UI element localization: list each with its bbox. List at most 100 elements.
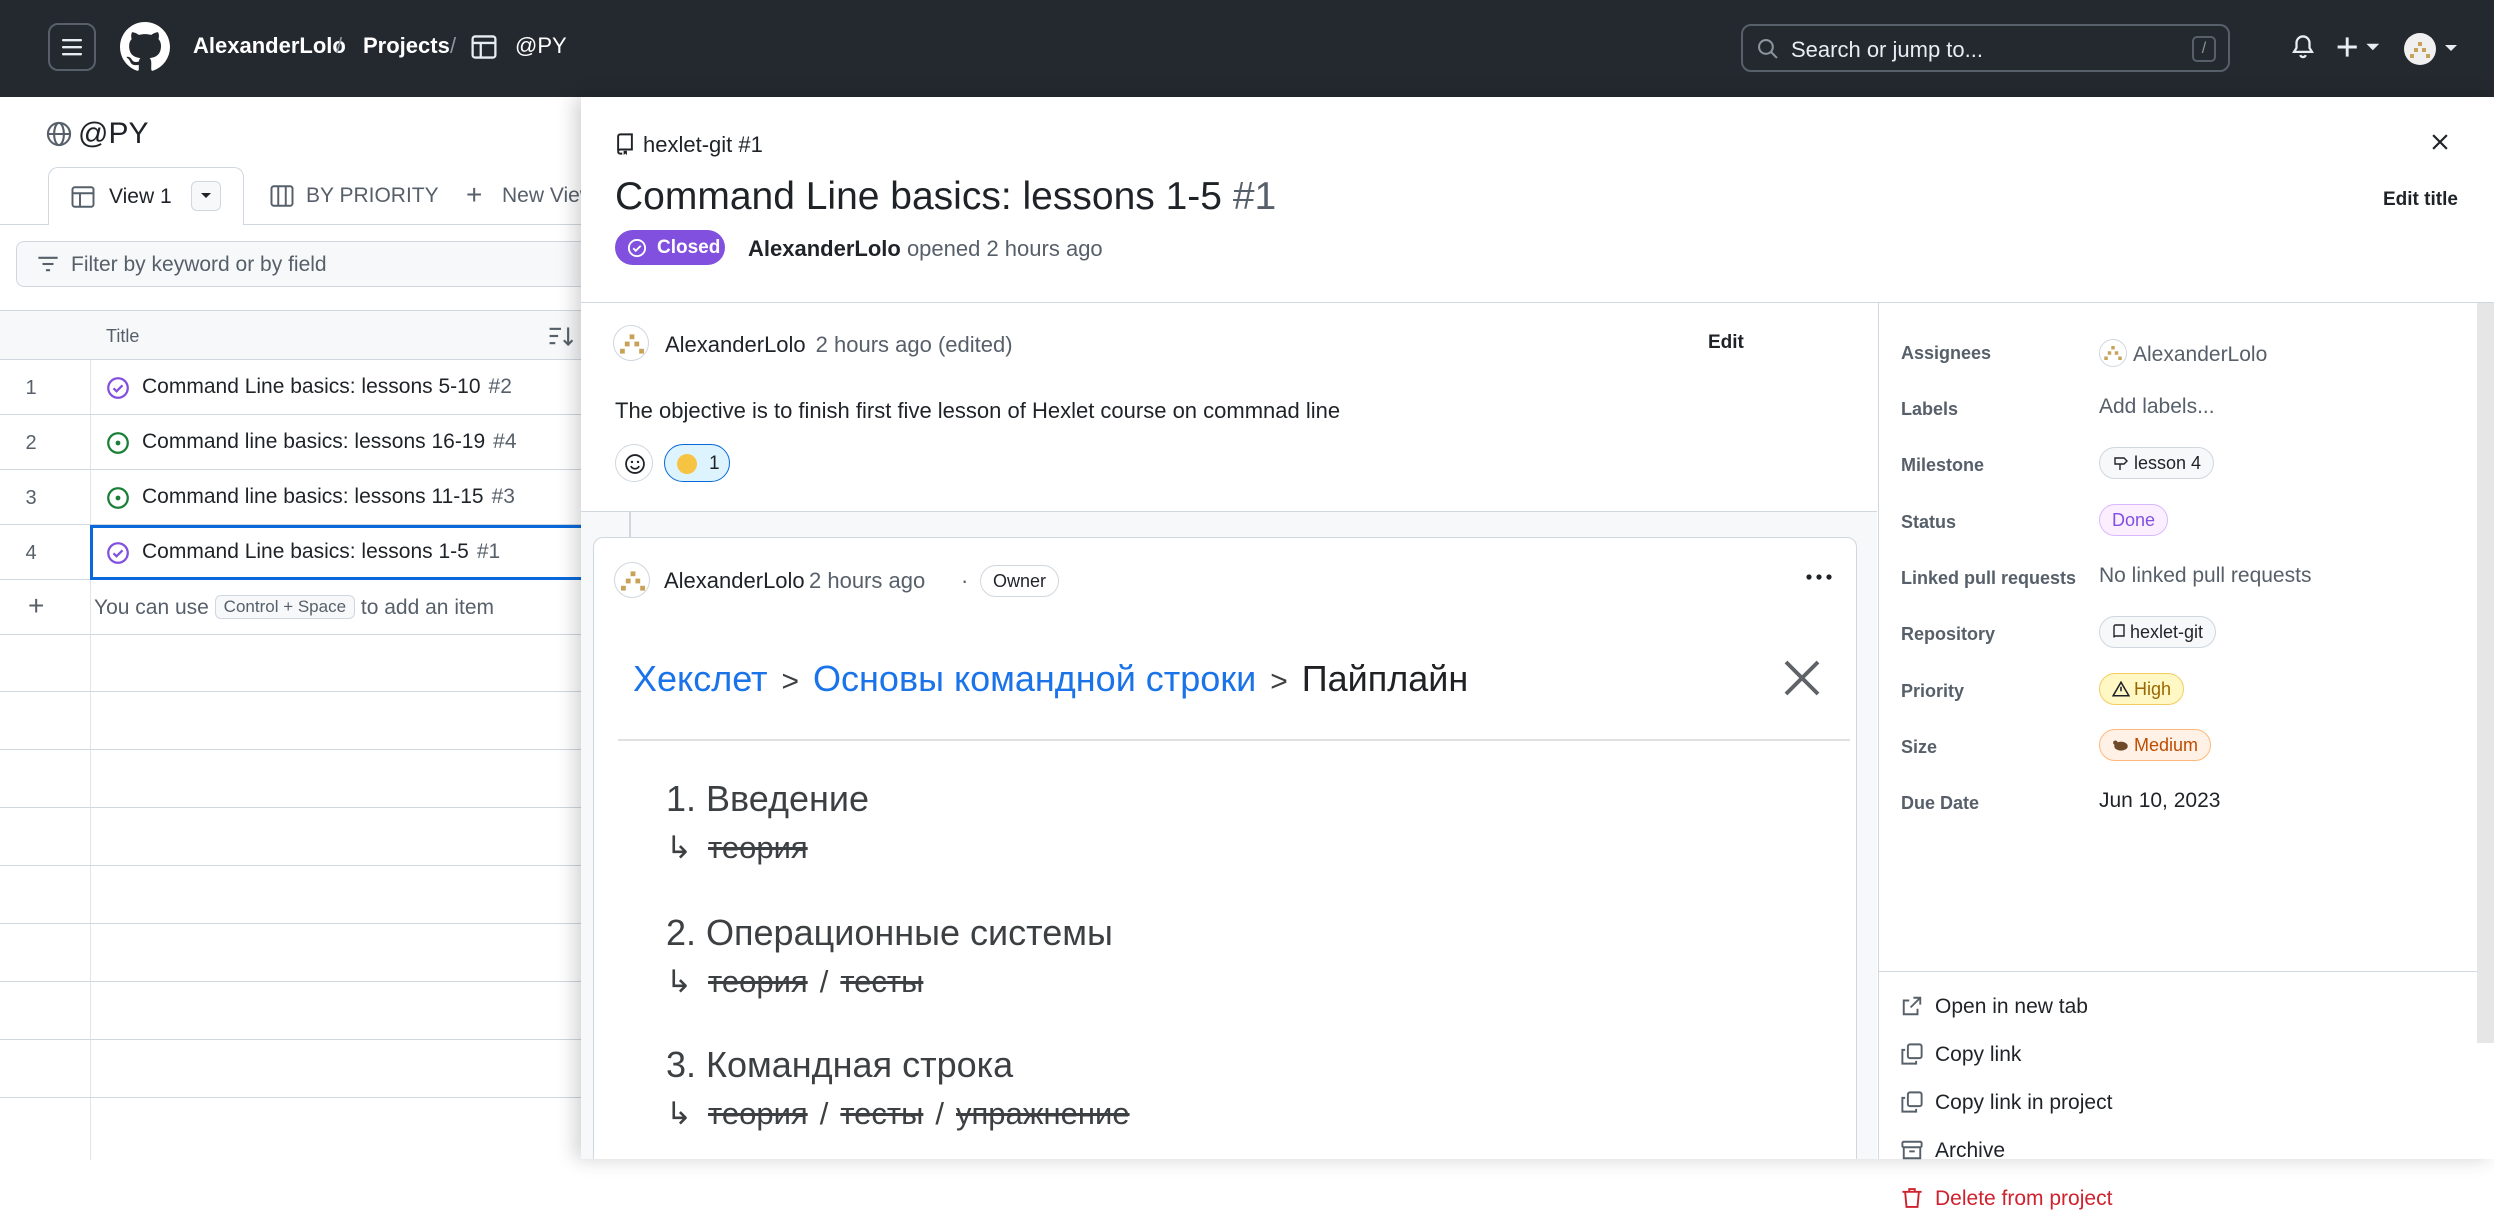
comment-author[interactable]: AlexanderLolo — [664, 568, 805, 594]
row-title[interactable]: Command line basics: lessons 11-15 — [142, 485, 484, 508]
avatar[interactable] — [614, 562, 650, 598]
sort-icon[interactable] — [548, 326, 574, 346]
field-linked-pull-requests: Linked pull requests No linked pull requ… — [1901, 560, 2461, 600]
priority-pill[interactable]: High — [2099, 673, 2185, 705]
add-item-hint-prefix: You can use — [94, 596, 209, 619]
search-input[interactable]: Search or jump to... / — [1741, 24, 2230, 72]
breadcrumb-project[interactable]: @PY — [515, 33, 567, 59]
reaction-laugh-button[interactable]: 1 — [664, 444, 730, 482]
action-label: Copy link — [1935, 1043, 2022, 1066]
field-labels[interactable]: Labels Add labels... — [1901, 391, 2461, 431]
globe-icon — [46, 121, 72, 147]
body-author[interactable]: AlexanderLolo — [665, 332, 806, 357]
issue-main-column: AlexanderLolo 2 hours ago (edited) Edit T… — [581, 303, 1877, 1159]
issue-meta: AlexanderLolo opened 2 hours ago — [748, 236, 1103, 262]
add-labels-button[interactable]: Add labels... — [2099, 395, 2215, 419]
copy-link-in-project-button[interactable]: Copy link in project — [1901, 1091, 2112, 1115]
comment-time[interactable]: 2 hours ago — [809, 568, 925, 594]
row-index: 3 — [25, 487, 37, 509]
close-icon[interactable] — [2429, 131, 2451, 153]
tab-by-priority[interactable]: BY PRIORITY — [270, 167, 450, 225]
table-row[interactable]: 4 Command Line basics: lessons 1-5 #1 — [0, 525, 590, 580]
table-row[interactable]: 2 Command line basics: lessons 16-19 #4 — [0, 415, 590, 470]
avatar[interactable] — [613, 325, 649, 361]
copy-link-button[interactable]: Copy link — [1901, 1043, 2021, 1067]
field-milestone[interactable]: Milestone lesson 4 — [1901, 447, 2461, 487]
arrow-icon: ↳ — [666, 1096, 692, 1131]
trash-icon — [1902, 1188, 1922, 1208]
due-date-value[interactable]: Jun 10, 2023 — [2099, 789, 2220, 813]
repo-reference[interactable]: hexlet-git #1 — [615, 132, 763, 158]
row-divider — [0, 1097, 590, 1098]
repo-ref-text[interactable]: hexlet-git #1 — [643, 132, 763, 157]
tab-view-1[interactable]: View 1 — [48, 167, 244, 225]
table-row[interactable]: 3 Command line basics: lessons 11-15 #3 — [0, 470, 590, 525]
screenshot-close-icon — [1784, 660, 1820, 696]
row-divider — [0, 749, 590, 750]
field-label: Linked pull requests — [1901, 568, 2077, 588]
search-icon — [1758, 39, 1778, 59]
repository-pill[interactable]: hexlet-git — [2099, 616, 2217, 648]
plus-icon[interactable]: + — [28, 590, 44, 622]
issue-title-text: Command Line basics: lessons 1-5 — [615, 175, 1222, 218]
table-row[interactable]: 1 Command Line basics: lessons 5-10 #2 — [0, 360, 590, 415]
milestone-pill[interactable]: lesson 4 — [2099, 447, 2215, 479]
title-cell[interactable]: Command Line basics: lessons 5-10 #2 — [90, 360, 590, 415]
row-divider — [0, 923, 590, 924]
github-logo-icon[interactable] — [120, 22, 170, 72]
action-label: Delete from project — [1935, 1187, 2113, 1210]
field-assignees[interactable]: Assignees AlexanderLolo — [1901, 335, 2461, 375]
screenshot-item: теория — [708, 830, 808, 865]
link-external-icon — [1902, 996, 1922, 1016]
title-cell[interactable]: Command line basics: lessons 11-15 #3 — [90, 470, 590, 525]
open-in-new-tab-button[interactable]: Open in new tab — [1901, 995, 2088, 1019]
row-title[interactable]: Command Line basics: lessons 1-5 — [142, 540, 469, 563]
field-due-date[interactable]: Due Date Jun 10, 2023 — [1901, 785, 2461, 825]
menu-button[interactable] — [48, 23, 96, 71]
edit-body-button[interactable]: Edit — [1708, 332, 1744, 354]
comment: AlexanderLolo 2 hours ago · Owner Хексле… — [593, 537, 1857, 1159]
laugh-emoji-icon — [677, 454, 697, 474]
row-title[interactable]: Command line basics: lessons 16-19 — [142, 430, 485, 453]
screenshot-breadcrumb: Хекслет > Основы командной строки > Пайплайн — [633, 658, 1468, 700]
scrollbar[interactable] — [2477, 303, 2494, 1043]
status-pill[interactable]: Done — [2099, 504, 2169, 536]
screenshot-lesson-items: ↳ теория / тесты / упражнение — [666, 1096, 1130, 1132]
row-title[interactable]: Command Line basics: lessons 5-10 — [142, 375, 481, 398]
screenshot-lesson-title: 3. Командная строка — [666, 1044, 1014, 1085]
view-options-button[interactable] — [191, 181, 221, 211]
field-repository[interactable]: Repository hexlet-git — [1901, 616, 2461, 656]
tab-label: View 1 — [109, 185, 172, 208]
size-pill[interactable]: Medium — [2099, 729, 2212, 761]
delete-from-project-button[interactable]: Delete from project — [1901, 1187, 2112, 1211]
screenshot-item: тесты — [840, 1096, 924, 1131]
plus-dropdown-icon[interactable] — [2336, 33, 2384, 61]
filter-input[interactable]: Filter by keyword or by field — [16, 241, 606, 287]
field-size[interactable]: Size Medium — [1901, 729, 2461, 769]
identicon-icon — [620, 334, 644, 354]
issue-opened-text: opened 2 hours ago — [906, 236, 1103, 261]
embedded-screenshot: Хекслет > Основы командной строки > Пайплайн… — [618, 618, 1850, 1159]
search-shortcut-hint: / — [2192, 36, 2216, 62]
chevron-down-icon[interactable] — [2444, 44, 2458, 52]
add-reaction-button[interactable] — [615, 444, 653, 482]
breadcrumb-owner[interactable]: AlexanderLolo — [193, 33, 346, 59]
kebab-menu-icon[interactable] — [1805, 573, 1833, 581]
bell-icon[interactable] — [2290, 33, 2316, 61]
assignee-name[interactable]: AlexanderLolo — [2133, 343, 2267, 366]
column-header-title[interactable]: Title — [106, 326, 139, 347]
field-status[interactable]: Status Done — [1901, 504, 2461, 544]
issue-author[interactable]: AlexanderLolo — [748, 236, 901, 261]
add-item-row[interactable]: + You can use Control + Space to add an … — [0, 580, 590, 635]
field-priority[interactable]: Priority High — [1901, 673, 2461, 713]
title-cell-selected[interactable]: Command Line basics: lessons 1-5 #1 — [90, 525, 590, 580]
user-avatar[interactable] — [2404, 33, 2436, 65]
edit-title-button[interactable]: Edit title — [2383, 189, 2458, 211]
row-number: #4 — [493, 430, 517, 453]
breadcrumb-projects[interactable]: Projects — [363, 33, 450, 59]
archive-button[interactable]: Archive — [1901, 1139, 2005, 1163]
row-divider — [0, 691, 590, 692]
filter-icon — [38, 256, 58, 272]
title-cell[interactable]: Command line basics: lessons 16-19 #4 — [90, 415, 590, 470]
issue-open-icon — [107, 432, 129, 454]
